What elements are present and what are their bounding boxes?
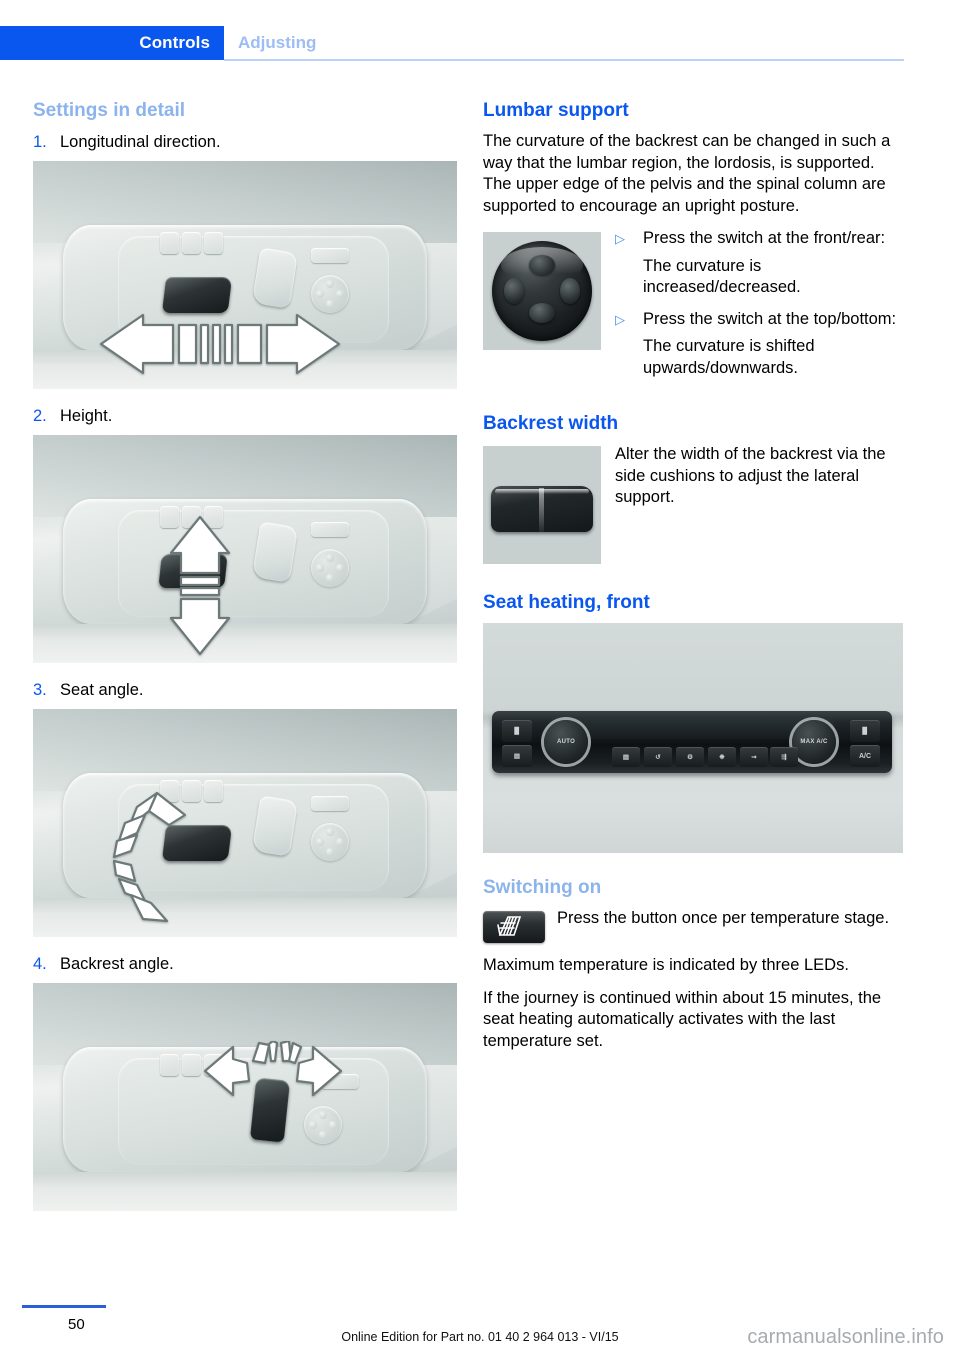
lumbar-support-heading: Lumbar support [483,100,629,121]
backrest-width-text: Alter the width of the backrest via the … [615,445,886,506]
list-item-label: Longitudinal direction. [60,133,221,151]
ac-button: A/C [850,745,880,767]
settings-in-detail-heading: Settings in detail [33,100,186,121]
backrest-width-heading: Backrest width [483,413,619,434]
bullet-result-text: The curvature is shifted upwards/downwar… [643,337,815,377]
double-arrow-vertical-icon [169,515,231,656]
left-column: Settings in detail 1. Longitudinal direc… [33,100,457,1227]
list-item-label: Backrest angle. [60,955,174,973]
backrest-switch [251,795,298,857]
fan-button: ❉ [708,747,736,767]
windshield-defroster-button: ▤ [612,747,640,767]
list-item-label: Height. [60,407,113,425]
switching-on-heading: Switching on [483,877,602,898]
figure-seat-console-backrest-angle [33,983,457,1211]
driver-seat-heating-button: ▉ [502,720,532,742]
list-item: 3. Seat angle. [33,679,457,701]
lumbar-support-instructions: ▷ Press the switch at the front/rear: Th… [615,228,903,389]
breadcrumb-chapter-tab: Controls [0,26,224,60]
lumbar-switch [310,549,349,587]
air-distribution-face-button: ⇝ [740,747,768,767]
memory-buttons [160,231,224,254]
lumbar-support-block: ▷ Press the switch at the front/rear: Th… [483,228,903,389]
seat-rail-base [33,898,457,937]
fan-double-arrow-icon [203,1041,343,1097]
figure-seat-console-height [33,435,457,663]
seat-rail-base [33,1172,457,1211]
figure-lumbar-support-switch [483,232,601,350]
figure-climate-control-panel: AUTO MAX A/C ▉ ▤ ▤ ↺ ⚙ ❉ ⇝ ⇶ ▉ A/C [483,623,903,853]
lumbar-switch [310,275,349,313]
list-item: ▷ Press the switch at the top/bottom: [615,309,903,331]
headrest-switch [310,521,349,537]
figure-seat-console-seat-angle [33,709,457,937]
backrest-width-block: Alter the width of the backrest via the … [483,444,903,568]
air-recirculation-button: ↺ [644,747,672,767]
double-arrow-horizontal-icon [99,313,341,375]
switching-on-button-text: Press the button once per temperature st… [557,909,890,927]
rear-defroster-button: ▤ [502,745,532,767]
figure-backrest-width-switch [483,446,601,564]
seat-rail-base [33,624,457,663]
auto-recirculation-button: ⚙ [676,747,704,767]
curved-double-arrow-icon [112,791,187,923]
seat-heating-button-icon [483,911,545,943]
longitudinal-switch [162,277,233,314]
bullet-text: Press the switch at the top/bottom: [643,309,897,328]
max-ac-knob: MAX A/C [792,720,836,764]
footer-divider [22,1305,106,1308]
figure-seat-console-longitudinal [33,161,457,389]
list-item-number: 2. [33,407,47,425]
switching-on-block: Press the button once per temperature st… [483,908,903,945]
backrest-switch [251,247,298,309]
list-item: 4. Backrest angle. [33,953,457,975]
header-divider [224,59,904,61]
backrest-switch [251,521,298,583]
list-item-number: 3. [33,681,47,699]
lumbar-support-intro: The curvature of the backrest can be cha… [483,132,891,215]
switching-on-paragraph-2: If the journey is continued within about… [483,988,882,1050]
breadcrumb-chapter-label: Controls [139,33,210,52]
backrest-width-switch-icon [491,486,593,532]
list-item: ▷ Press the switch at the front/rear: [615,228,903,250]
passenger-seat-heating-button: ▉ [850,720,880,742]
switching-on-paragraph-1: Maximum temperature is indicated by thre… [483,956,849,974]
right-column: Lumbar support The curvature of the back… [483,100,903,1063]
watermark: carmanualsonline.info [747,1326,944,1348]
list-item-number: 1. [33,133,47,151]
bullet-result-text: The curvature is increased/decreased. [643,256,801,297]
list-item-label: Seat angle. [60,681,144,699]
bullet-triangle-icon: ▷ [615,231,625,246]
lumbar-switch [310,823,349,861]
seat-heating-front-heading: Seat heating, front [483,592,650,613]
seat-heating-glyph [497,916,522,936]
air-distribution-feet-button: ⇶ [770,747,798,767]
list-item-number: 4. [33,955,47,973]
headrest-switch [310,795,349,811]
bullet-text: Press the switch at the front/rear: [643,229,886,247]
bullet-triangle-icon: ▷ [615,311,625,327]
auto-knob: AUTO [544,720,588,764]
lumbar-knob-icon [492,241,592,341]
headrest-switch [310,247,349,263]
breadcrumb-section-label: Adjusting [238,33,317,52]
climate-control-bar: AUTO MAX A/C ▉ ▤ ▤ ↺ ⚙ ❉ ⇝ ⇶ ▉ A/C [492,711,892,773]
list-item: 2. Height. [33,405,457,427]
page-header: Controls Adjusting [0,26,960,60]
list-item: 1. Longitudinal direction. [33,131,457,153]
